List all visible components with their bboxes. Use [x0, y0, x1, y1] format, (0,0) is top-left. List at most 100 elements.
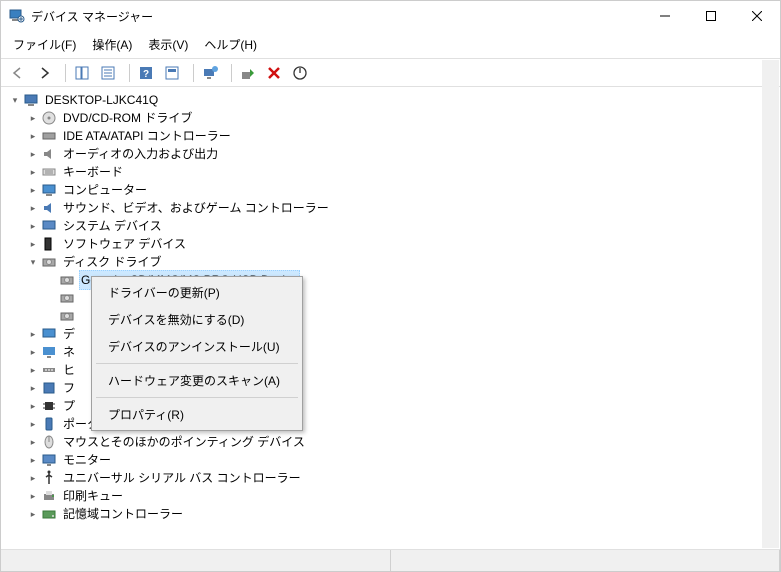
expand-arrow[interactable]: ▸ — [27, 508, 39, 520]
tree-root-label: DESKTOP-LJKC41Q — [43, 91, 160, 109]
expand-arrow[interactable]: ▸ — [27, 418, 39, 430]
context-menu: ドライバーの更新(P)デバイスを無効にする(D)デバイスのアンインストール(U)… — [91, 276, 303, 431]
category-label: コンピューター — [61, 181, 149, 199]
status-cell — [391, 550, 781, 571]
category-label: 記憶域コントローラー — [61, 505, 185, 523]
expand-arrow[interactable]: ▸ — [27, 166, 39, 178]
back-button[interactable] — [6, 61, 30, 85]
expand-arrow[interactable]: ▸ — [27, 454, 39, 466]
vertical-scrollbar[interactable] — [762, 60, 779, 548]
category-label: DVD/CD-ROM ドライブ — [61, 109, 194, 127]
context-menu-item[interactable]: デバイスのアンインストール(U) — [94, 333, 300, 360]
tree-category[interactable]: ▸ サウンド、ビデオ、およびゲーム コントローラー — [9, 199, 780, 217]
menu-file[interactable]: ファイル(F) — [5, 33, 84, 56]
expand-arrow[interactable]: ▸ — [27, 328, 39, 340]
tree-root[interactable]: ▾ DESKTOP-LJKC41Q — [9, 91, 780, 109]
toolbar: ? — [1, 59, 780, 87]
category-label: ディスク ドライブ — [61, 253, 164, 271]
update-driver-button[interactable] — [236, 61, 260, 85]
tree-category[interactable]: ▸ ユニバーサル シリアル バス コントローラー — [9, 469, 780, 487]
expand-arrow[interactable]: ▸ — [27, 184, 39, 196]
expand-arrow[interactable]: ▸ — [27, 148, 39, 160]
category-label: 印刷キュー — [61, 487, 125, 505]
tree-category[interactable]: ▾ ディスク ドライブ — [9, 253, 780, 271]
disk-icon — [59, 308, 75, 324]
portable-icon — [41, 416, 57, 432]
expand-arrow[interactable]: ▸ — [27, 382, 39, 394]
expand-arrow[interactable]: ▸ — [27, 238, 39, 250]
menubar: ファイル(F) 操作(A) 表示(V) ヘルプ(H) — [1, 31, 780, 59]
forward-button[interactable] — [32, 61, 56, 85]
close-button[interactable] — [734, 1, 780, 31]
tree-category[interactable]: ▸ 記憶域コントローラー — [9, 505, 780, 523]
category-label: デ — [61, 325, 77, 343]
expand-arrow[interactable]: ▸ — [27, 346, 39, 358]
category-label: キーボード — [61, 163, 125, 181]
category-label: ユニバーサル シリアル バス コントローラー — [61, 469, 303, 487]
expand-arrow[interactable]: ▸ — [27, 472, 39, 484]
tree-category[interactable]: ▸ システム デバイス — [9, 217, 780, 235]
context-menu-item[interactable]: ハードウェア変更のスキャン(A) — [94, 367, 300, 394]
expand-arrow[interactable]: ▸ — [27, 364, 39, 376]
separator — [124, 64, 130, 82]
sound-icon — [41, 200, 57, 216]
expand-arrow[interactable]: ▾ — [27, 256, 39, 268]
menu-help[interactable]: ヘルプ(H) — [196, 33, 265, 56]
show-tree-button[interactable] — [70, 61, 94, 85]
expand-arrow[interactable]: ▸ — [27, 436, 39, 448]
software-icon — [41, 236, 57, 252]
expand-arrow[interactable]: ▸ — [27, 490, 39, 502]
network-icon — [41, 344, 57, 360]
computer-icon — [23, 92, 39, 108]
expand-arrow[interactable]: ▸ — [27, 202, 39, 214]
status-cell — [1, 550, 391, 571]
firmware-icon — [41, 380, 57, 396]
category-label: サウンド、ビデオ、およびゲーム コントローラー — [61, 199, 331, 217]
context-menu-item[interactable]: デバイスを無効にする(D) — [94, 306, 300, 333]
category-label: システム デバイス — [61, 217, 164, 235]
tree-category[interactable]: ▸ コンピューター — [9, 181, 780, 199]
statusbar — [1, 549, 780, 571]
disk-icon — [59, 290, 75, 306]
menu-view[interactable]: 表示(V) — [140, 33, 196, 56]
tree-category[interactable]: ▸オーディオの入力および出力 — [9, 145, 780, 163]
hid-icon — [41, 362, 57, 378]
audio-icon — [41, 146, 57, 162]
scan-hardware-button[interactable] — [198, 61, 222, 85]
collapse-arrow[interactable]: ▾ — [9, 94, 21, 106]
separator — [188, 64, 194, 82]
context-menu-item[interactable]: ドライバーの更新(P) — [94, 279, 300, 306]
titlebar: デバイス マネージャー — [1, 1, 780, 31]
help-button[interactable]: ? — [134, 61, 158, 85]
mouse-icon — [41, 434, 57, 450]
context-menu-item[interactable]: プロパティ(R) — [94, 401, 300, 428]
menu-action[interactable]: 操作(A) — [84, 33, 140, 56]
processor-icon — [41, 398, 57, 414]
maximize-button[interactable] — [688, 1, 734, 31]
tree-category[interactable]: ▸マウスとそのほかのポインティング デバイス — [9, 433, 780, 451]
display-icon — [41, 326, 57, 342]
menu-separator — [96, 397, 298, 398]
expand-arrow[interactable]: ▸ — [27, 112, 39, 124]
expand-arrow[interactable]: ▸ — [27, 400, 39, 412]
menu-separator — [96, 363, 298, 364]
disable-button[interactable] — [288, 61, 312, 85]
tree-category[interactable]: ▸ソフトウェア デバイス — [9, 235, 780, 253]
properties-button[interactable] — [96, 61, 120, 85]
expand-arrow[interactable]: ▸ — [27, 130, 39, 142]
minimize-button[interactable] — [642, 1, 688, 31]
refresh-button[interactable] — [160, 61, 184, 85]
tree-category[interactable]: ▸ DVD/CD-ROM ドライブ — [9, 109, 780, 127]
expand-arrow[interactable]: ▸ — [27, 220, 39, 232]
category-label: IDE ATA/ATAPI コントローラー — [61, 127, 233, 145]
keyboard-icon — [41, 164, 57, 180]
tree-category[interactable]: ▸ IDE ATA/ATAPI コントローラー — [9, 127, 780, 145]
tree-category[interactable]: ▸モニター — [9, 451, 780, 469]
tree-category[interactable]: ▸ 印刷キュー — [9, 487, 780, 505]
storage-icon — [41, 506, 57, 522]
category-label: フ — [61, 379, 77, 397]
disk-icon — [41, 254, 57, 270]
system-icon — [41, 218, 57, 234]
uninstall-button[interactable] — [262, 61, 286, 85]
tree-category[interactable]: ▸ キーボード — [9, 163, 780, 181]
